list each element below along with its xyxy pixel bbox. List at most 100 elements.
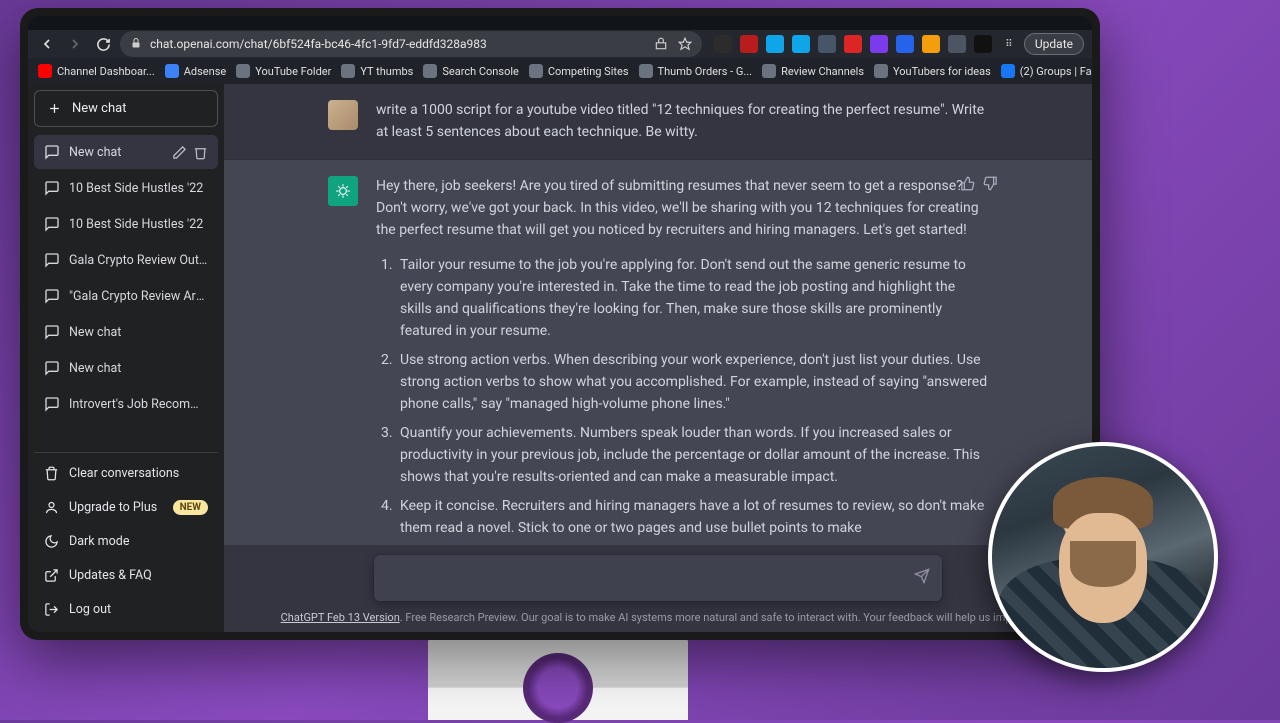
extension-icon[interactable]: [740, 35, 758, 53]
assistant-list-item: Quantify your achievements. Numbers spea…: [396, 423, 988, 488]
bookmark-item[interactable]: YT thumbs: [341, 64, 413, 78]
chat-input[interactable]: [374, 555, 942, 601]
sidebar-conversation-item[interactable]: 10 Best Side Hustles '22: [34, 171, 218, 205]
bookmarks-bar: Channel Dashboar... Adsense YouTube Folder…: [28, 58, 1092, 84]
bookmark-icon: [38, 64, 52, 78]
bookmark-item[interactable]: Review Channels: [762, 64, 864, 78]
share-icon[interactable]: [654, 37, 668, 51]
edit-icon[interactable]: [172, 145, 187, 160]
bookmark-icon: [423, 64, 437, 78]
assistant-list: Tailor your resume to the job you're app…: [376, 255, 988, 539]
conversation-title: New chat: [69, 325, 208, 340]
browser-toolbar: chat.openai.com/chat/6bf524fa-bc46-4fc1-…: [28, 16, 1092, 58]
extensions-menu-icon[interactable]: ⠿: [1000, 35, 1018, 53]
trash-icon[interactable]: [193, 145, 208, 160]
chat-icon: [44, 216, 60, 232]
sidebar-conversation-item[interactable]: New chat: [34, 135, 218, 169]
sidebar-conversation-item[interactable]: New chat: [34, 315, 218, 349]
chat-scroll[interactable]: write a 1000 script for a youtube video …: [224, 84, 1092, 545]
conversation-title: Introvert's Job Recommenda: [69, 397, 208, 412]
bookmark-icon: [639, 64, 653, 78]
chat-icon: [44, 288, 60, 304]
sidebar-conversation-item[interactable]: Introvert's Job Recommenda: [34, 387, 218, 421]
bookmark-item[interactable]: Adsense: [165, 64, 226, 78]
bookmark-item[interactable]: Thumb Orders - G...: [639, 64, 753, 78]
thumbs-down-icon[interactable]: [983, 176, 998, 191]
new-chat-label: New chat: [72, 101, 126, 116]
bookmark-icon: [165, 64, 179, 78]
chat-icon: [44, 324, 60, 340]
conversation-title: Gala Crypto Review Outline: [69, 253, 208, 268]
sidebar-conversation-item[interactable]: New chat: [34, 351, 218, 385]
conversation-title: 10 Best Side Hustles '22: [69, 181, 208, 196]
conversation-title: "Gala Crypto Review Article": [69, 289, 208, 304]
webcam-overlay: [988, 442, 1218, 672]
extension-icon[interactable]: [766, 35, 784, 53]
bookmark-label: Adsense: [184, 65, 226, 78]
extension-icons: ⠿: [714, 35, 1018, 53]
conversation-actions: [172, 145, 208, 160]
bookmark-item[interactable]: Competing Sites: [529, 64, 629, 78]
chat-icon: [44, 396, 60, 412]
dark-mode-button[interactable]: Dark mode: [34, 525, 218, 558]
sidebar-conversation-item[interactable]: 10 Best Side Hustles '22: [34, 207, 218, 241]
extension-icon[interactable]: [974, 35, 992, 53]
bookmark-item[interactable]: YouTube Folder: [236, 64, 331, 78]
chat-icon: [44, 252, 60, 268]
monitor-frame: chat.openai.com/chat/6bf524fa-bc46-4fc1-…: [20, 8, 1100, 640]
new-chat-button[interactable]: New chat: [34, 90, 218, 127]
user-message-row: write a 1000 script for a youtube video …: [224, 84, 1092, 160]
person-icon: [44, 500, 59, 515]
bookmark-label: Channel Dashboar...: [57, 65, 155, 78]
sidebar-conversation-item[interactable]: Gala Crypto Review Outline: [34, 243, 218, 277]
sidebar-conversation-item[interactable]: "Gala Crypto Review Article": [34, 279, 218, 313]
updates-faq-button[interactable]: Updates & FAQ: [34, 559, 218, 592]
bookmark-label: YT thumbs: [360, 65, 413, 78]
assistant-list-item: Keep it concise. Recruiters and hiring m…: [396, 496, 988, 539]
bookmark-item[interactable]: YouTubers for ideas: [874, 64, 991, 78]
new-badge: NEW: [173, 500, 208, 515]
bookmark-item[interactable]: Search Console: [423, 64, 518, 78]
clear-conversations-button[interactable]: Clear conversations: [34, 457, 218, 490]
thumbs-up-icon[interactable]: [960, 176, 975, 191]
upgrade-label: Upgrade to Plus: [69, 500, 157, 515]
url-text: chat.openai.com/chat/6bf524fa-bc46-4fc1-…: [150, 37, 487, 51]
bookmark-label: (2) Groups | Face...: [1020, 65, 1092, 78]
upgrade-button[interactable]: Upgrade to Plus NEW: [34, 491, 218, 524]
extension-icon[interactable]: [844, 35, 862, 53]
extension-icon[interactable]: [818, 35, 836, 53]
bookmark-icon: [1001, 64, 1015, 78]
external-link-icon: [44, 568, 59, 583]
footer-rest: . Free Research Preview. Our goal is to …: [400, 611, 1036, 624]
input-area: [224, 545, 1092, 605]
chat-icon: [44, 360, 60, 376]
assistant-message-row: Hey there, job seekers! Are you tired of…: [224, 160, 1092, 545]
send-button[interactable]: [914, 568, 930, 588]
version-link[interactable]: ChatGPT Feb 13 Version: [281, 611, 400, 624]
address-bar[interactable]: chat.openai.com/chat/6bf524fa-bc46-4fc1-…: [120, 31, 702, 57]
bookmark-item[interactable]: (2) Groups | Face...: [1001, 64, 1092, 78]
url-actions: [654, 37, 692, 51]
reload-button[interactable]: [92, 33, 114, 55]
forward-button[interactable]: [64, 33, 86, 55]
main-panel: write a 1000 script for a youtube video …: [224, 84, 1092, 632]
bookmark-item[interactable]: Channel Dashboar...: [38, 64, 155, 78]
extension-icon[interactable]: [948, 35, 966, 53]
logout-label: Log out: [69, 602, 111, 617]
log-out-button[interactable]: Log out: [34, 593, 218, 626]
monitor-stand: [428, 638, 688, 720]
assistant-avatar: [328, 176, 358, 206]
extension-icon[interactable]: [870, 35, 888, 53]
extension-icon[interactable]: [792, 35, 810, 53]
update-button[interactable]: Update: [1024, 33, 1084, 55]
conversation-title: New chat: [69, 145, 163, 160]
extension-icon[interactable]: [922, 35, 940, 53]
sidebar-footer: Clear conversations Upgrade to Plus NEW …: [34, 452, 218, 626]
dark-label: Dark mode: [69, 534, 129, 549]
bookmark-label: Search Console: [442, 65, 518, 78]
bookmark-star-icon[interactable]: [678, 37, 692, 51]
conversation-list: New chat 10 Best Side Hustles '22 10 Best …: [34, 129, 218, 450]
extension-icon[interactable]: [714, 35, 732, 53]
extension-icon[interactable]: [896, 35, 914, 53]
back-button[interactable]: [36, 33, 58, 55]
